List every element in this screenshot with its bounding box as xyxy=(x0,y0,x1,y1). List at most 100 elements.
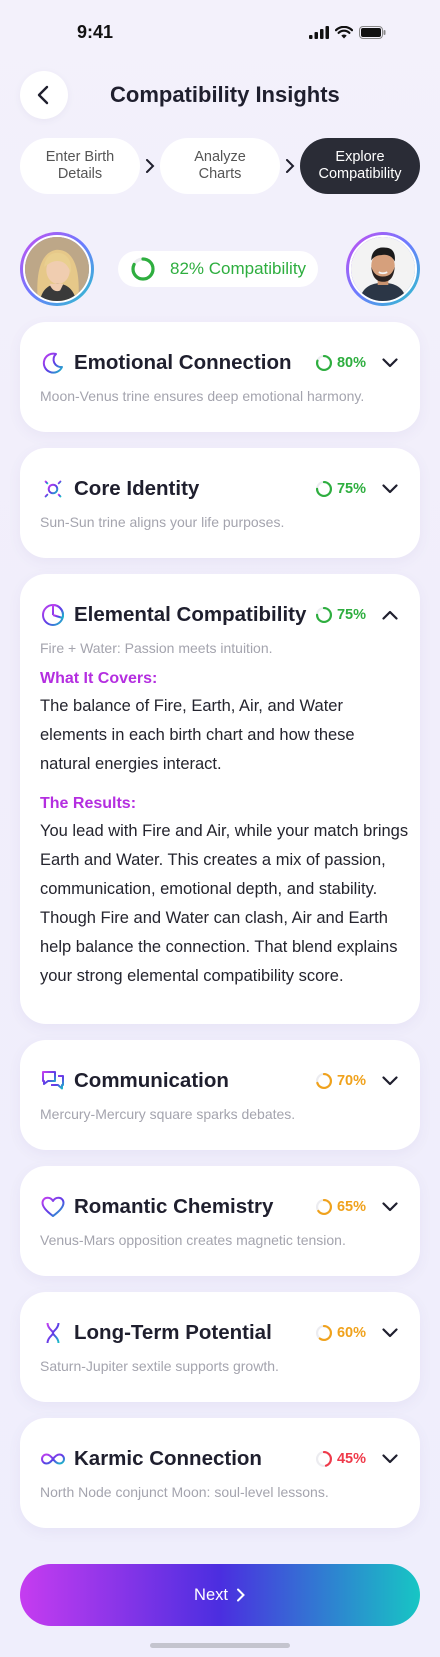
chevron-right-icon xyxy=(140,159,160,173)
cellular-signal-icon xyxy=(309,25,329,39)
card-details: What It Covers: The balance of Fire, Ear… xyxy=(40,670,410,991)
chevron-right-icon xyxy=(280,159,300,173)
chevron-down-icon[interactable] xyxy=(380,1323,400,1343)
results-line: communication, emotional depth, and stab… xyxy=(40,880,378,898)
chevron-down-icon[interactable] xyxy=(380,479,400,499)
score-badge: 70% xyxy=(315,1072,366,1090)
battery-icon xyxy=(359,25,386,39)
step-label-line1: Enter Birth xyxy=(45,149,115,165)
step-analyze-charts[interactable]: Analyze Charts xyxy=(160,138,280,194)
card-subtitle: Sun-Sun trine aligns your life purposes. xyxy=(40,514,285,530)
back-button[interactable] xyxy=(20,71,68,119)
home-indicator xyxy=(150,1643,290,1648)
score-badge: 60% xyxy=(315,1324,366,1342)
status-bar: 9:41 xyxy=(0,0,440,64)
score-badge: 45% xyxy=(315,1450,366,1468)
infinity-icon xyxy=(40,1446,66,1472)
page-title: Compatibility Insights xyxy=(110,82,340,107)
step-label-line2: Details xyxy=(57,166,103,182)
insight-card-romantic-chemistry[interactable]: Romantic Chemistry 65% Venus-Mars opposi… xyxy=(20,1166,420,1276)
score-label: 75% xyxy=(336,607,366,623)
elements-icon xyxy=(40,602,66,628)
score-badge: 75% xyxy=(315,606,366,624)
card-subtitle: North Node conjunct Moon: soul-level les… xyxy=(40,1484,329,1500)
chevron-down-icon[interactable] xyxy=(380,1071,400,1091)
score-badge: 75% xyxy=(315,480,366,498)
compatibility-badge: 82% Compatibility xyxy=(118,251,318,287)
compatibility-ring-icon xyxy=(131,257,155,281)
card-subtitle: Fire + Water: Passion meets intuition. xyxy=(40,640,273,656)
covers-heading: What It Covers: xyxy=(40,670,158,687)
covers-line: The balance of Fire, Earth, Air, and Wat… xyxy=(40,697,343,715)
status-icons xyxy=(309,25,386,39)
wifi-icon xyxy=(335,25,353,38)
match-summary: 82% Compatibility xyxy=(20,232,420,306)
insight-card-core-identity[interactable]: Core Identity 75% Sun-Sun trine aligns y… xyxy=(20,448,420,558)
insight-card-karmic-connection[interactable]: Karmic Connection 45% North Node conjunc… xyxy=(20,1418,420,1528)
card-subtitle: Moon-Venus trine ensures deep emotional … xyxy=(40,388,365,404)
chevron-right-icon xyxy=(236,1588,245,1602)
score-badge: 65% xyxy=(315,1198,366,1216)
step-label-line1: Explore xyxy=(335,149,385,165)
heart-icon xyxy=(40,1194,66,1220)
insight-card-emotional-connection[interactable]: Emotional Connection 80% Moon-Venus trin… xyxy=(20,322,420,432)
results-line: your strong elemental compatibility scor… xyxy=(40,967,344,985)
card-title: Core Identity xyxy=(74,477,200,500)
step-explore-compatibility[interactable]: Explore Compatibility xyxy=(300,138,420,194)
results-heading: The Results: xyxy=(40,795,137,812)
step-label-line2: Charts xyxy=(198,166,242,182)
score-label: 75% xyxy=(336,481,366,497)
results-line: You lead with Fire and Air, while your m… xyxy=(40,822,409,840)
score-ring-icon xyxy=(315,480,332,498)
card-title: Karmic Connection xyxy=(74,1447,262,1470)
step-label-line1: Analyze xyxy=(194,149,246,165)
status-time: 9:41 xyxy=(77,21,114,42)
score-label: 65% xyxy=(336,1199,366,1215)
chevron-down-icon[interactable] xyxy=(380,1449,400,1469)
score-label: 70% xyxy=(336,1073,366,1089)
score-ring-icon xyxy=(315,1198,332,1216)
score-ring-icon xyxy=(315,354,332,372)
score-ring-icon xyxy=(315,1324,332,1342)
card-subtitle: Saturn-Jupiter sextile supports growth. xyxy=(40,1358,279,1374)
moon-icon xyxy=(40,350,66,376)
header: Compatibility Insights xyxy=(20,70,420,120)
covers-line: natural energies interact. xyxy=(40,755,222,773)
results-line: help balance the connection. That blend … xyxy=(40,938,398,956)
results-text: You lead with Fire and Air, while your m… xyxy=(40,817,410,991)
insight-card-long-term-potential[interactable]: Long-Term Potential 60% Saturn-Jupiter s… xyxy=(20,1292,420,1402)
covers-line: elements in each birth chart and how the… xyxy=(40,726,355,744)
step-label-line2: Compatibility xyxy=(318,166,402,182)
score-label: 45% xyxy=(336,1451,366,1467)
insight-card-communication[interactable]: Communication 70% Mercury-Mercury square… xyxy=(20,1040,420,1150)
avatar-match-male[interactable] xyxy=(346,232,420,306)
score-ring-icon xyxy=(315,606,332,624)
covers-text: The balance of Fire, Earth, Air, and Wat… xyxy=(40,692,410,779)
compatibility-label: 82% Compatibility xyxy=(170,259,307,278)
avatar-portrait-female xyxy=(25,237,89,301)
score-ring-icon xyxy=(315,1450,332,1468)
card-subtitle: Venus-Mars opposition creates magnetic t… xyxy=(40,1232,346,1248)
insight-card-elemental-compatibility[interactable]: Elemental Compatibility 75% Fire + Water… xyxy=(20,574,420,1024)
chat-bubbles-icon xyxy=(40,1068,66,1094)
next-button[interactable]: Next xyxy=(20,1564,420,1626)
avatar-portrait-male xyxy=(351,237,415,301)
score-ring-icon xyxy=(315,1072,332,1090)
card-subtitle: Mercury-Mercury square sparks debates. xyxy=(40,1106,296,1122)
score-label: 60% xyxy=(336,1325,366,1341)
score-label: 80% xyxy=(336,355,366,371)
results-line: Though Fire and Water can clash, Air and… xyxy=(40,909,388,927)
card-title: Communication xyxy=(74,1069,229,1092)
step-progress: Enter Birth Details Analyze Charts Explore… xyxy=(20,138,420,194)
chevron-up-icon[interactable] xyxy=(380,605,400,625)
card-title: Romantic Chemistry xyxy=(74,1195,274,1218)
step-enter-birth-details[interactable]: Enter Birth Details xyxy=(20,138,140,194)
hourglass-icon xyxy=(40,1320,66,1346)
sun-icon xyxy=(40,476,66,502)
next-button-label: Next xyxy=(194,1585,228,1604)
chevron-down-icon[interactable] xyxy=(380,1197,400,1217)
avatar-user-female[interactable] xyxy=(20,232,94,306)
score-badge: 80% xyxy=(315,354,366,372)
chevron-down-icon[interactable] xyxy=(380,353,400,373)
chevron-left-icon xyxy=(37,85,49,105)
